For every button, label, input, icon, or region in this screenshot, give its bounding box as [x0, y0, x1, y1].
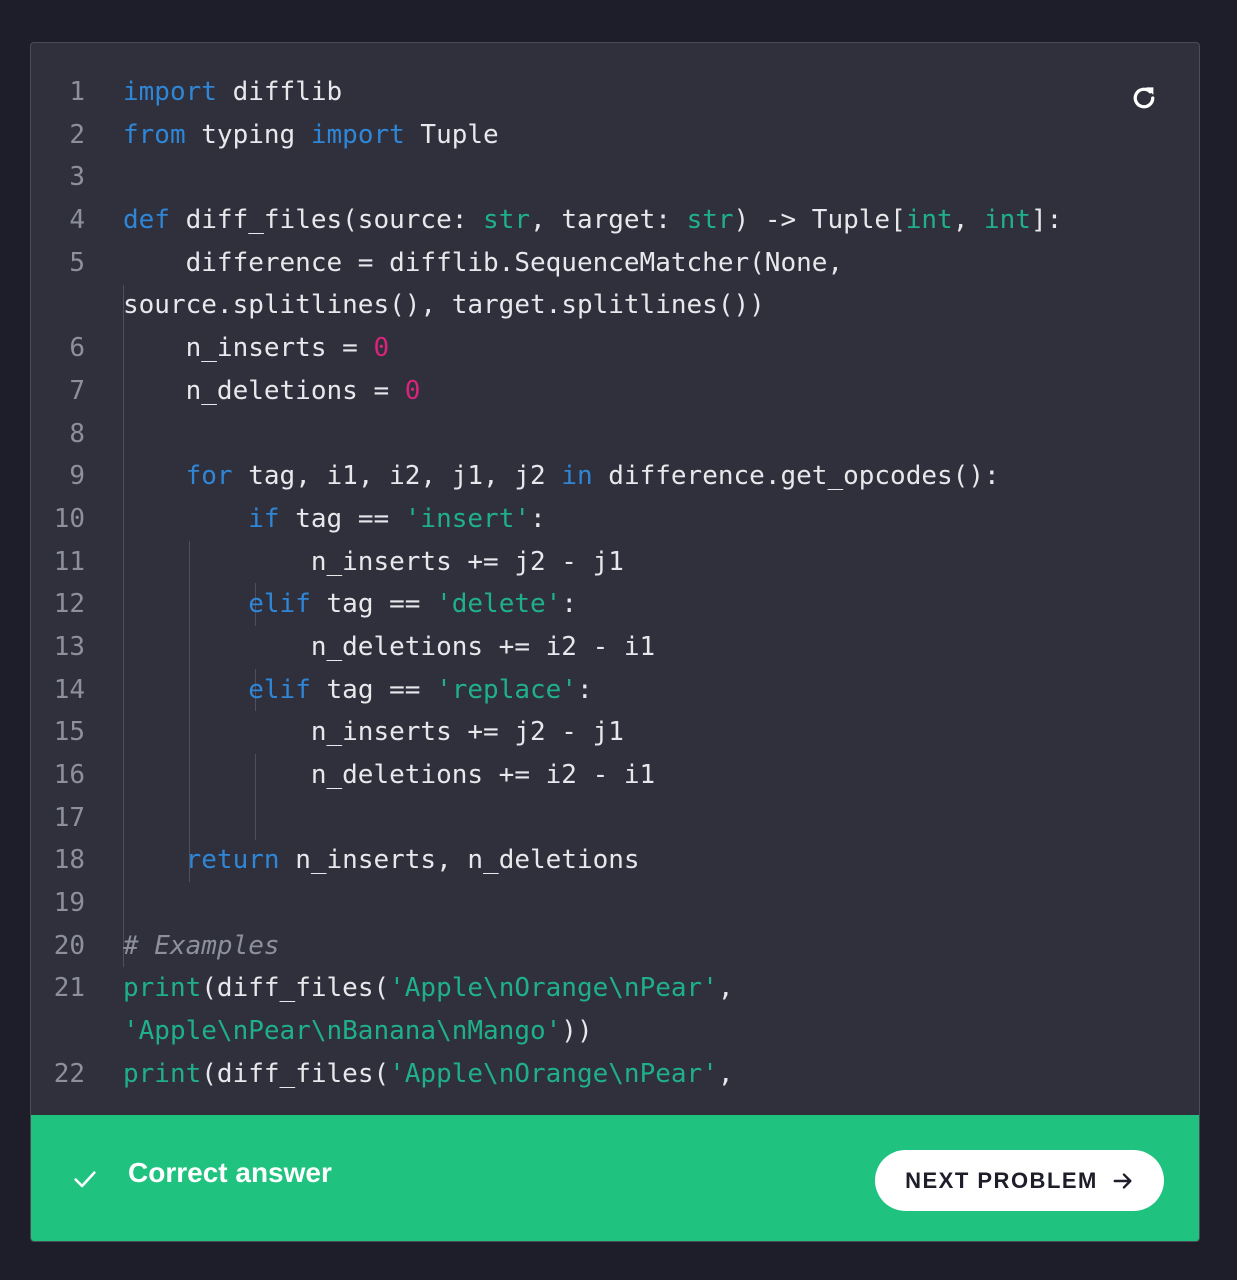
- line-number: 9: [69, 461, 85, 492]
- next-problem-label: NEXT PROBLEM: [905, 1167, 1098, 1193]
- code-line: 14 elif tag == 'replace':: [31, 669, 1199, 712]
- line-code: n_deletions = 0: [123, 375, 421, 406]
- line-number: 20: [53, 930, 85, 961]
- line-number: 19: [53, 888, 85, 919]
- line-number: 22: [53, 1058, 85, 1089]
- line-number: 7: [69, 375, 85, 406]
- line-code: if tag == 'insert':: [248, 503, 546, 534]
- line-number: 21: [53, 973, 85, 1004]
- line-number: 14: [53, 674, 85, 705]
- line-code: 'Apple\nPear\nBanana\nMango')): [123, 1016, 593, 1047]
- line-number: 12: [53, 589, 85, 620]
- line-code: import difflib: [123, 77, 343, 107]
- line-code: elif tag == 'replace':: [248, 674, 593, 705]
- line-code: def diff_files(source: str, target: str)…: [123, 205, 1063, 236]
- code-line: 16 n_deletions += i2 - i1: [31, 754, 1199, 797]
- code-line: 1 import difflib: [31, 71, 1199, 114]
- code-line: 2 from typing import Tuple: [31, 114, 1199, 157]
- code-line: 17: [31, 797, 1199, 840]
- code-line: 9 for tag, i1, i2, j1, j2 in difference.…: [31, 455, 1199, 498]
- line-number: 18: [53, 845, 85, 876]
- code-line: 15 n_inserts += j2 - j1: [31, 711, 1199, 754]
- line-code: from typing import Tuple: [123, 119, 499, 150]
- line-number: 17: [53, 802, 85, 833]
- line-code: for tag, i1, i2, j1, j2 in difference.ge…: [185, 461, 1000, 492]
- code-line: 4 def diff_files(source: str, target: str…: [31, 199, 1199, 242]
- line-number: 13: [53, 631, 85, 662]
- code-line: 18 return n_inserts, n_deletions: [31, 839, 1199, 882]
- code-line: 5 difference = difflib.SequenceMatcher(N…: [31, 242, 1199, 285]
- line-code: elif tag == 'delete':: [248, 589, 577, 620]
- line-number: 2: [69, 119, 85, 150]
- code-line: 6 n_inserts = 0: [31, 327, 1199, 370]
- code-card: 1 import difflib 2 from typing import Tupl…: [30, 42, 1200, 1242]
- line-number: 15: [53, 717, 85, 748]
- line-code: n_deletions += i2 - i1: [123, 631, 656, 662]
- line-code: n_inserts += j2 - j1: [123, 546, 624, 577]
- line-number: 5: [69, 247, 85, 278]
- line-code: source.splitlines(), target.splitlines()…: [123, 290, 765, 321]
- line-code: n_inserts += j2 - j1: [123, 717, 624, 748]
- line-code: print(diff_files('Apple\nOrange\nPear',: [123, 973, 734, 1004]
- code-line: 10 if tag == 'insert':: [31, 498, 1199, 541]
- line-number: 4: [69, 205, 85, 236]
- code-line: 7 n_deletions = 0: [31, 370, 1199, 413]
- code-line: 'Apple\nPear\nBanana\nMango')): [31, 1010, 1199, 1053]
- code-line: 11 n_inserts += j2 - j1: [31, 541, 1199, 584]
- code-line: 8: [31, 413, 1199, 456]
- line-number: 10: [53, 503, 85, 534]
- arrow-right-icon: [1113, 1172, 1132, 1189]
- code-line: source.splitlines(), target.splitlines()…: [31, 284, 1199, 327]
- line-code: return n_inserts, n_deletions: [185, 845, 640, 876]
- code-line: 19: [31, 882, 1199, 925]
- code-line: 3: [31, 156, 1199, 199]
- status-text: Correct answer: [128, 1157, 332, 1188]
- line-number: 11: [53, 546, 85, 577]
- line-number: 16: [53, 760, 85, 790]
- line-number: 1: [69, 77, 85, 107]
- line-number: 3: [69, 162, 85, 193]
- line-code: # Examples: [123, 930, 280, 961]
- code-line: 12 elif tag == 'delete':: [31, 583, 1199, 626]
- code-line: 20 # Examples: [31, 925, 1199, 968]
- code-line: 21 print(diff_files('Apple\nOrange\nPear'…: [31, 967, 1199, 1010]
- code-line: 13 n_deletions += i2 - i1: [31, 626, 1199, 669]
- code-line: 22 print(diff_files('Apple\nOrange\nPear'…: [31, 1053, 1199, 1096]
- line-code: n_deletions += i2 - i1: [123, 760, 656, 790]
- code-editor: 1 import difflib 2 from typing import Tupl…: [31, 71, 1199, 1096]
- check-icon: [74, 1171, 96, 1188]
- feedback-bar: Correct answer NEXT PROBLEM: [31, 1115, 1199, 1241]
- next-problem-button[interactable]: NEXT PROBLEM: [875, 1150, 1164, 1211]
- line-code: difference = difflib.SequenceMatcher(Non…: [123, 247, 844, 278]
- line-number: 6: [69, 333, 85, 364]
- line-number: 8: [69, 418, 85, 449]
- line-code: n_inserts = 0: [123, 333, 390, 364]
- line-code: print(diff_files('Apple\nOrange\nPear',: [123, 1058, 734, 1089]
